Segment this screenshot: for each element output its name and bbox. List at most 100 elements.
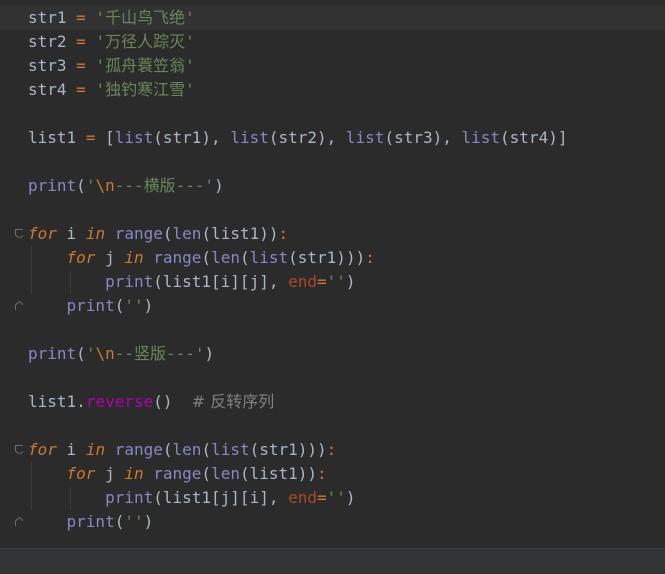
token-plain: (str3), (384, 128, 462, 147)
token-kw: for (28, 440, 57, 459)
token-str: --竖版---' (114, 344, 205, 363)
token-plain: . (76, 392, 86, 411)
token-plain: ) (204, 344, 215, 363)
token-kw: in (85, 440, 106, 459)
token-var: list1 (28, 128, 77, 147)
token-str: '' (124, 296, 144, 315)
code-line-3[interactable]: str3 = '孤舟蓑笠翁' (0, 54, 665, 78)
token-str: '千山鸟飞绝' (95, 8, 195, 27)
code-line-21[interactable]: print(list1[j][i], end='') (0, 486, 665, 510)
token-builtin: list (461, 128, 501, 147)
code-line-5[interactable] (0, 102, 665, 126)
code-line-18[interactable] (0, 414, 665, 438)
code-line-11[interactable]: for j in range(len(list(str1))): (0, 246, 665, 270)
token-plain: (list1[j][i], (153, 488, 289, 507)
token-plain: ) (143, 512, 154, 531)
code-line-22[interactable]: print('') (0, 510, 665, 534)
token-esc: \n (95, 344, 115, 363)
token-op: = (76, 8, 86, 27)
token-builtin: len (211, 248, 240, 267)
token-var: list1 (28, 392, 77, 411)
token-plain: j (95, 464, 125, 483)
token-str: ' (85, 176, 96, 195)
code-line-14[interactable] (0, 318, 665, 342)
code-line-4[interactable]: str4 = '独钓寒江雪' (0, 78, 665, 102)
token-comment: # 反转序列 (191, 392, 275, 411)
code-line-1[interactable]: str1 = '千山鸟飞绝' (0, 6, 665, 30)
code-line-text: print(list1[i][j], end='') (28, 270, 355, 294)
code-editor[interactable]: str1 = '千山鸟飞绝' str2 = '万径人踪灭' str3 = '孤舟蓑笠… (0, 0, 665, 548)
token-str: ' (85, 344, 96, 363)
code-line-2[interactable]: str2 = '万径人踪灭' (0, 30, 665, 54)
code-line-12[interactable]: print(list1[i][j], end='') (0, 270, 665, 294)
token-plain: (list1[i][j], (153, 272, 289, 291)
token-op: = (76, 56, 86, 75)
indent-guide (31, 462, 32, 510)
code-line-text: for j in range(len(list(str1))): (28, 246, 375, 270)
code-line-text: for i in range(len(list(str1))): (28, 438, 336, 462)
code-line-20[interactable]: for j in range(len(list1)): (0, 462, 665, 486)
token-str: '' (124, 512, 144, 531)
token-builtin: print (28, 176, 77, 195)
code-line-8[interactable]: print('\n---横版---') (0, 174, 665, 198)
code-line-7[interactable] (0, 150, 665, 174)
token-plain: ( (162, 224, 173, 243)
code-line-text: str3 = '孤舟蓑笠翁' (28, 54, 195, 78)
token-plain: (str2), (268, 128, 346, 147)
token-plain: i (56, 440, 86, 459)
editor-bottom-bar (0, 548, 665, 574)
code-line-9[interactable] (0, 198, 665, 222)
code-line-19[interactable]: for i in range(len(list(str1))): (0, 438, 665, 462)
fold-open-icon[interactable] (15, 445, 23, 454)
fold-close-icon[interactable] (15, 517, 23, 526)
token-builtin: range (114, 224, 163, 243)
code-line-13[interactable]: print('') (0, 294, 665, 318)
token-builtin: list (249, 248, 289, 267)
token-builtin: list (345, 128, 385, 147)
token-str: '万径人踪灭' (95, 32, 195, 51)
token-plain: ) (143, 296, 154, 315)
code-line-text: print('') (28, 294, 154, 318)
token-plain: ) (345, 488, 356, 507)
token-builtin: range (153, 248, 202, 267)
code-line-17[interactable]: list1.reverse() # 反转序列 (0, 390, 665, 414)
token-plain: ( (162, 440, 173, 459)
token-kwarg: end (288, 488, 317, 507)
code-line-6[interactable]: list1 = [list(str1), list(str2), list(st… (0, 126, 665, 150)
token-esc: \n (95, 176, 115, 195)
token-var: str1 (28, 8, 67, 27)
token-kw: for (66, 464, 96, 483)
token-op: : (326, 440, 337, 459)
code-line-16[interactable] (0, 366, 665, 390)
token-builtin: list (211, 440, 250, 459)
token-kw: for (28, 224, 57, 243)
token-kw: in (124, 248, 144, 267)
indent-guide (70, 270, 71, 294)
token-op: = (85, 128, 96, 147)
token-builtin: len (172, 224, 202, 243)
token-plain: [ (95, 128, 115, 147)
token-plain: ( (201, 464, 212, 483)
code-line-text: for i in range(len(list1)): (28, 222, 288, 246)
code-line-text: print('\n---横版---') (28, 174, 224, 198)
token-plain: ( (239, 248, 250, 267)
code-line-10[interactable]: for i in range(len(list1)): (0, 222, 665, 246)
token-plain: ( (201, 248, 212, 267)
fold-close-icon[interactable] (15, 301, 23, 310)
code-line-15[interactable]: print('\n--竖版---') (0, 342, 665, 366)
token-op: : (278, 224, 289, 243)
fold-open-icon[interactable] (15, 229, 23, 238)
token-plain: ( (76, 176, 86, 195)
token-kw: in (85, 224, 106, 243)
